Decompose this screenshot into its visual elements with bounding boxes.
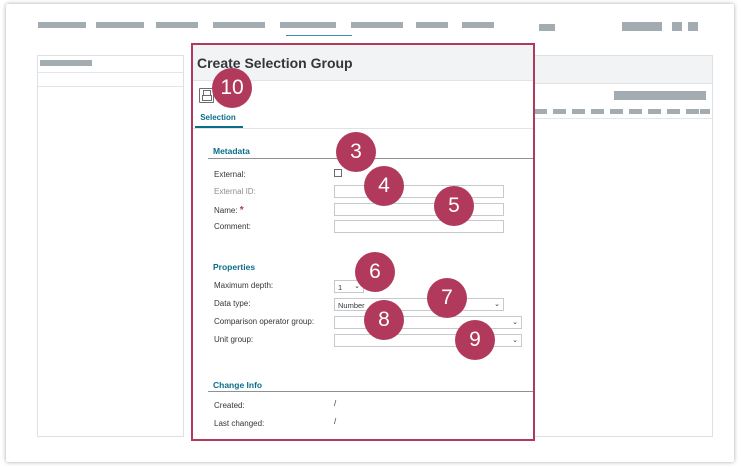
left-panel-divider (38, 86, 183, 87)
created-label: Created: (214, 401, 245, 410)
nav-active-indicator (286, 35, 352, 36)
right-panel (533, 55, 713, 437)
section-divider (208, 391, 533, 392)
name-label-text: Name: (214, 206, 238, 215)
nav-placeholder-9[interactable] (539, 24, 555, 31)
dialog-title: Create Selection Group (197, 55, 353, 71)
chevron-down-icon: ⌄ (494, 301, 500, 308)
column-placeholder (591, 109, 604, 114)
nav-placeholder-1[interactable] (38, 22, 86, 28)
callout-4: 4 (364, 166, 404, 206)
external-id-input[interactable] (334, 185, 504, 198)
nav-placeholder-5[interactable] (280, 22, 336, 28)
tab-bar-divider (193, 128, 533, 129)
external-label: External: (214, 170, 246, 179)
required-marker: * (239, 205, 244, 216)
name-input[interactable] (334, 203, 504, 216)
max-depth-label: Maximum depth: (214, 281, 274, 290)
chevron-down-icon: ⌄ (512, 337, 518, 344)
nav-placeholder-8[interactable] (462, 22, 494, 28)
nav-placeholder-3[interactable] (156, 22, 198, 28)
column-placeholder (610, 109, 623, 114)
section-title-properties: Properties (213, 262, 256, 272)
nav-placeholder-2[interactable] (96, 22, 144, 28)
nav-placeholder-12[interactable] (688, 22, 698, 31)
nav-placeholder-11[interactable] (672, 22, 682, 31)
callout-7: 7 (427, 278, 467, 318)
comment-input[interactable] (334, 220, 504, 233)
app-frame: Create Selection Group Selection Metadat… (6, 4, 734, 462)
comment-label: Comment: (214, 222, 251, 231)
comparison-operator-group-label: Comparison operator group: (214, 317, 315, 326)
last-changed-value: / (334, 417, 337, 426)
callout-10: 10 (212, 68, 252, 108)
column-placeholder (572, 109, 585, 114)
data-type-label: Data type: (214, 299, 251, 308)
created-value: / (334, 399, 337, 408)
right-panel-divider (534, 118, 712, 119)
nav-placeholder-10[interactable] (622, 22, 662, 31)
data-type-select[interactable]: Number ⌄ (334, 298, 504, 311)
nav-placeholder-7[interactable] (416, 22, 448, 28)
column-placeholder (553, 109, 566, 114)
callout-6: 6 (355, 252, 395, 292)
left-panel (37, 55, 184, 437)
column-placeholder (648, 109, 661, 114)
chevron-down-icon: ⌄ (512, 319, 518, 326)
external-id-label: External ID: (214, 187, 256, 196)
section-title-change-info: Change Info (213, 380, 263, 390)
column-placeholder (667, 109, 680, 114)
data-type-value: Number (338, 301, 365, 310)
section-title-metadata: Metadata (213, 146, 250, 156)
name-label: Name: * (214, 205, 244, 216)
column-placeholder (534, 109, 547, 114)
external-checkbox[interactable] (334, 169, 342, 177)
comparison-operator-group-select[interactable]: ⌄ (334, 316, 522, 329)
last-changed-label: Last changed: (214, 419, 265, 428)
max-depth-value: 1 (338, 283, 343, 292)
column-placeholder (700, 109, 710, 114)
left-panel-title-placeholder (40, 60, 92, 66)
right-panel-header (534, 56, 712, 84)
nav-placeholder-6[interactable] (351, 22, 403, 28)
column-placeholder (686, 109, 699, 114)
unit-group-label: Unit group: (214, 335, 254, 344)
callout-3: 3 (336, 132, 376, 172)
column-placeholder (629, 109, 642, 114)
callout-9: 9 (455, 320, 495, 360)
callout-8: 8 (364, 300, 404, 340)
right-panel-button-placeholder[interactable] (614, 91, 706, 100)
callout-5: 5 (434, 186, 474, 226)
nav-placeholder-4[interactable] (213, 22, 265, 28)
left-panel-divider (38, 72, 183, 73)
